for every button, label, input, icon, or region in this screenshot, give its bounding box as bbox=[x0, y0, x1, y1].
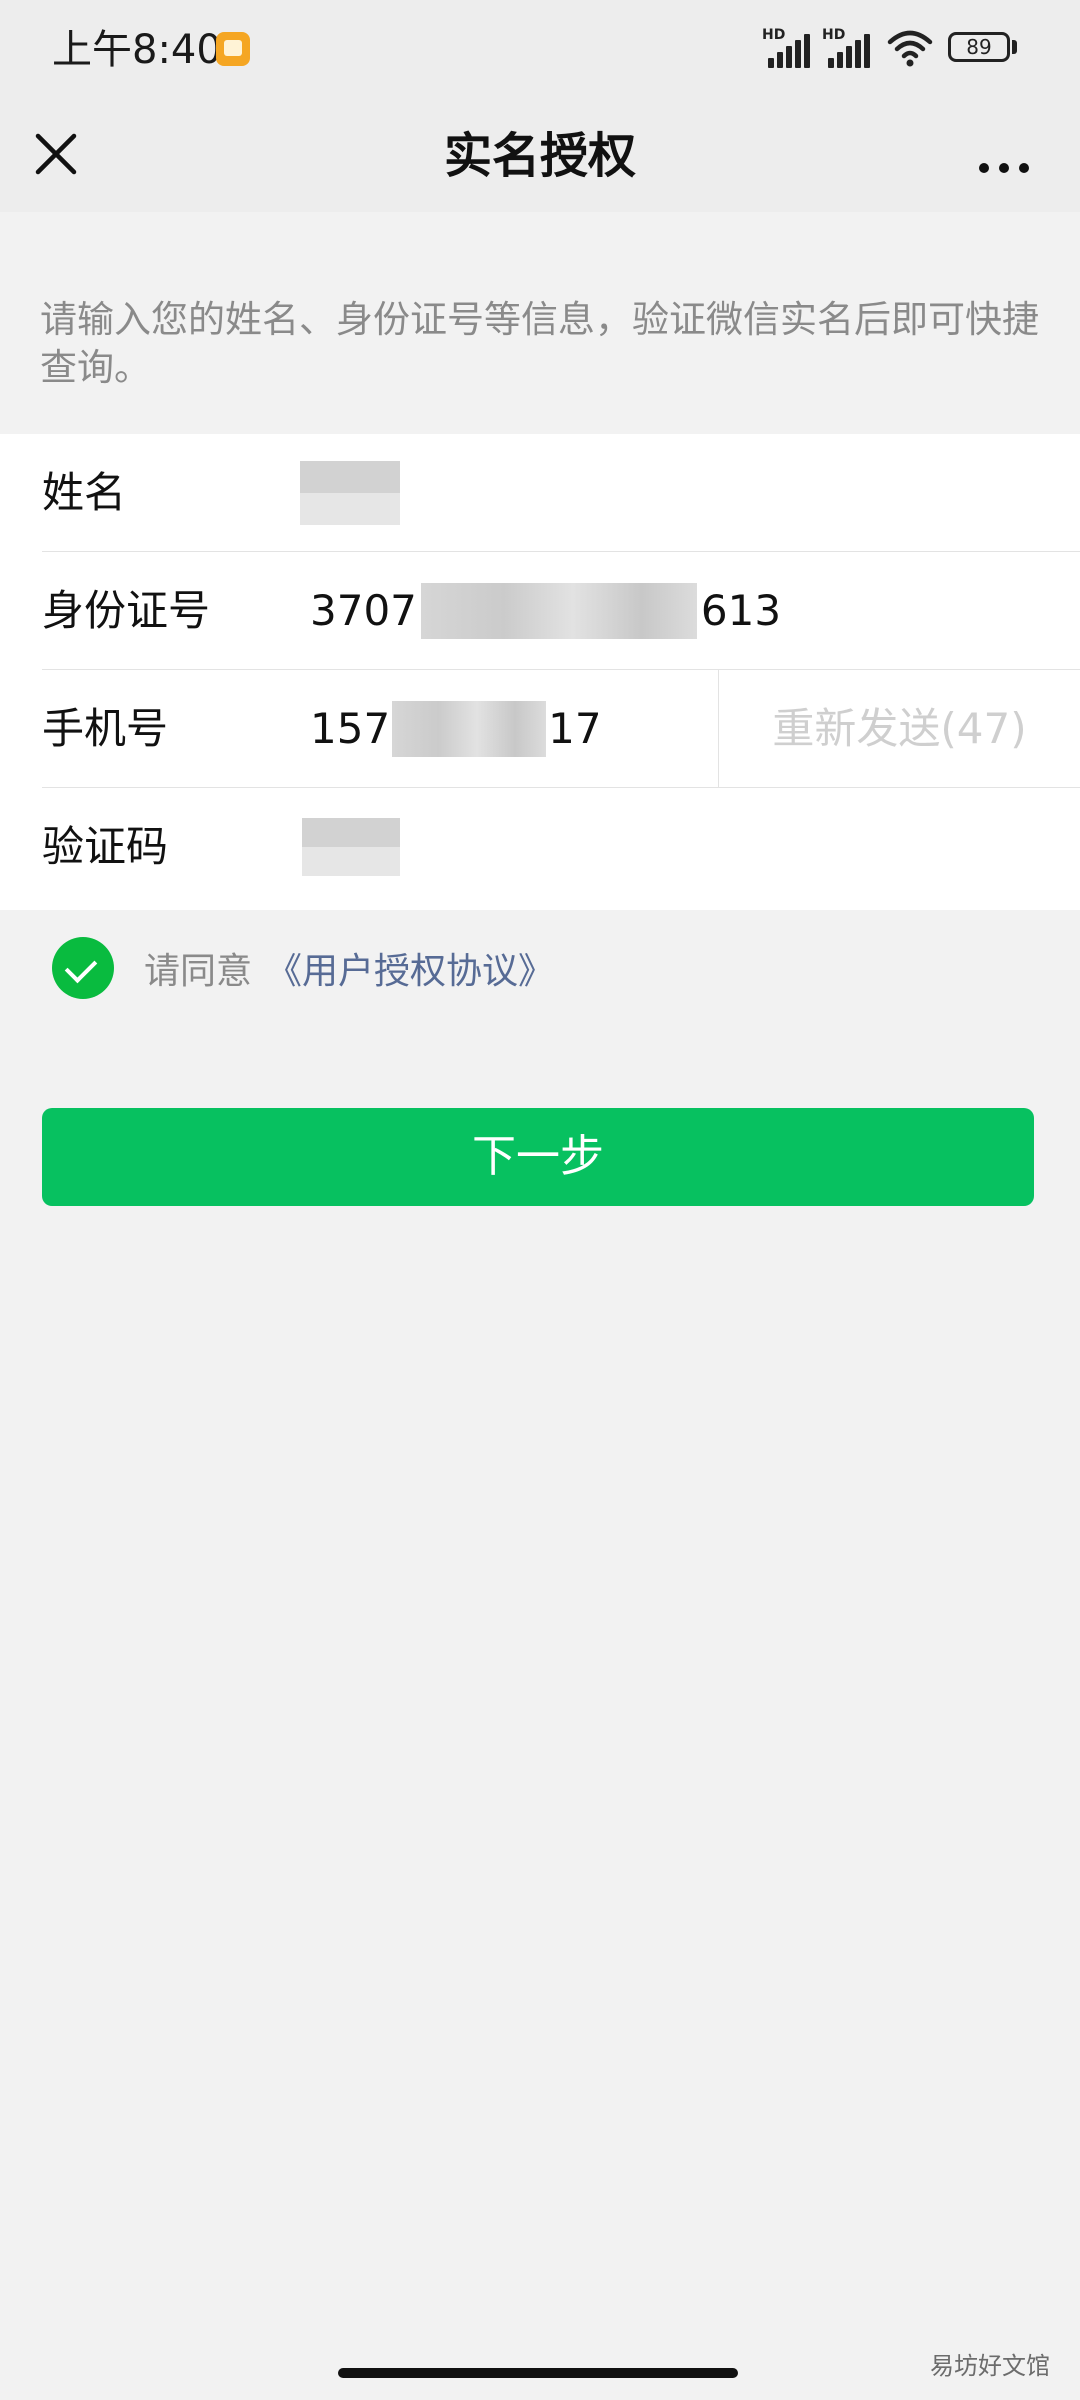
home-indicator[interactable] bbox=[338, 2368, 738, 2378]
id-number-masked bbox=[420, 583, 697, 639]
auth-form: 姓名 身份证号 3707 613 手机号 157 17 重新发送(47) 验证码 bbox=[0, 434, 1080, 910]
verify-code-label: 验证码 bbox=[42, 822, 169, 871]
battery-icon: 89 bbox=[948, 32, 1010, 62]
agreement-prefix: 请同意 bbox=[144, 951, 253, 992]
name-input[interactable] bbox=[300, 434, 400, 552]
id-number-suffix: 613 bbox=[700, 586, 782, 635]
name-row[interactable]: 姓名 bbox=[0, 434, 1080, 552]
notification-icon bbox=[216, 32, 250, 66]
more-dots-icon[interactable] bbox=[970, 124, 1038, 192]
id-number-prefix: 3707 bbox=[310, 586, 417, 635]
name-label: 姓名 bbox=[42, 468, 127, 517]
id-number-input[interactable]: 3707 613 bbox=[310, 552, 781, 670]
id-number-row[interactable]: 身份证号 3707 613 bbox=[0, 552, 1080, 670]
phone-masked bbox=[392, 701, 547, 757]
status-bar: 上午8:40 HD HD 89 bbox=[0, 0, 1080, 100]
agreement-row[interactable]: 请同意 《用户授权协议》 bbox=[52, 936, 554, 1000]
nav-bar: 实名授权 bbox=[0, 100, 1080, 212]
verify-code-row[interactable]: 验证码 bbox=[0, 788, 1080, 906]
agreement-link[interactable]: 《用户授权协议》 bbox=[266, 942, 554, 994]
resend-code-button[interactable]: 重新发送(47) bbox=[718, 670, 1080, 788]
battery-level: 89 bbox=[966, 35, 992, 59]
battery-tip bbox=[1012, 40, 1017, 54]
next-button[interactable]: 下一步 bbox=[42, 1108, 1034, 1206]
name-masked-value bbox=[300, 461, 400, 525]
phone-suffix: 17 bbox=[548, 704, 602, 753]
signal-icon-2: HD bbox=[822, 28, 874, 68]
phone-row[interactable]: 手机号 157 17 重新发送(47) bbox=[0, 670, 1080, 788]
status-time: 上午8:40 bbox=[52, 27, 222, 73]
wifi-icon bbox=[887, 30, 933, 67]
signal-icon-1: HD bbox=[762, 28, 814, 68]
verify-code-input[interactable] bbox=[302, 788, 400, 906]
checkmark-icon[interactable] bbox=[52, 937, 114, 999]
id-number-label: 身份证号 bbox=[42, 586, 211, 635]
watermark: 易坊好文馆 bbox=[930, 2352, 1050, 2380]
verify-code-masked bbox=[302, 818, 400, 876]
phone-label: 手机号 bbox=[42, 704, 169, 753]
intro-text: 请输入您的姓名、身份证号等信息，验证微信实名后即可快捷查询。 bbox=[40, 298, 1039, 389]
page-title: 实名授权 bbox=[443, 128, 636, 184]
phone-prefix: 157 bbox=[310, 704, 391, 753]
close-icon[interactable] bbox=[22, 120, 90, 188]
phone-input[interactable]: 157 17 bbox=[310, 670, 602, 788]
